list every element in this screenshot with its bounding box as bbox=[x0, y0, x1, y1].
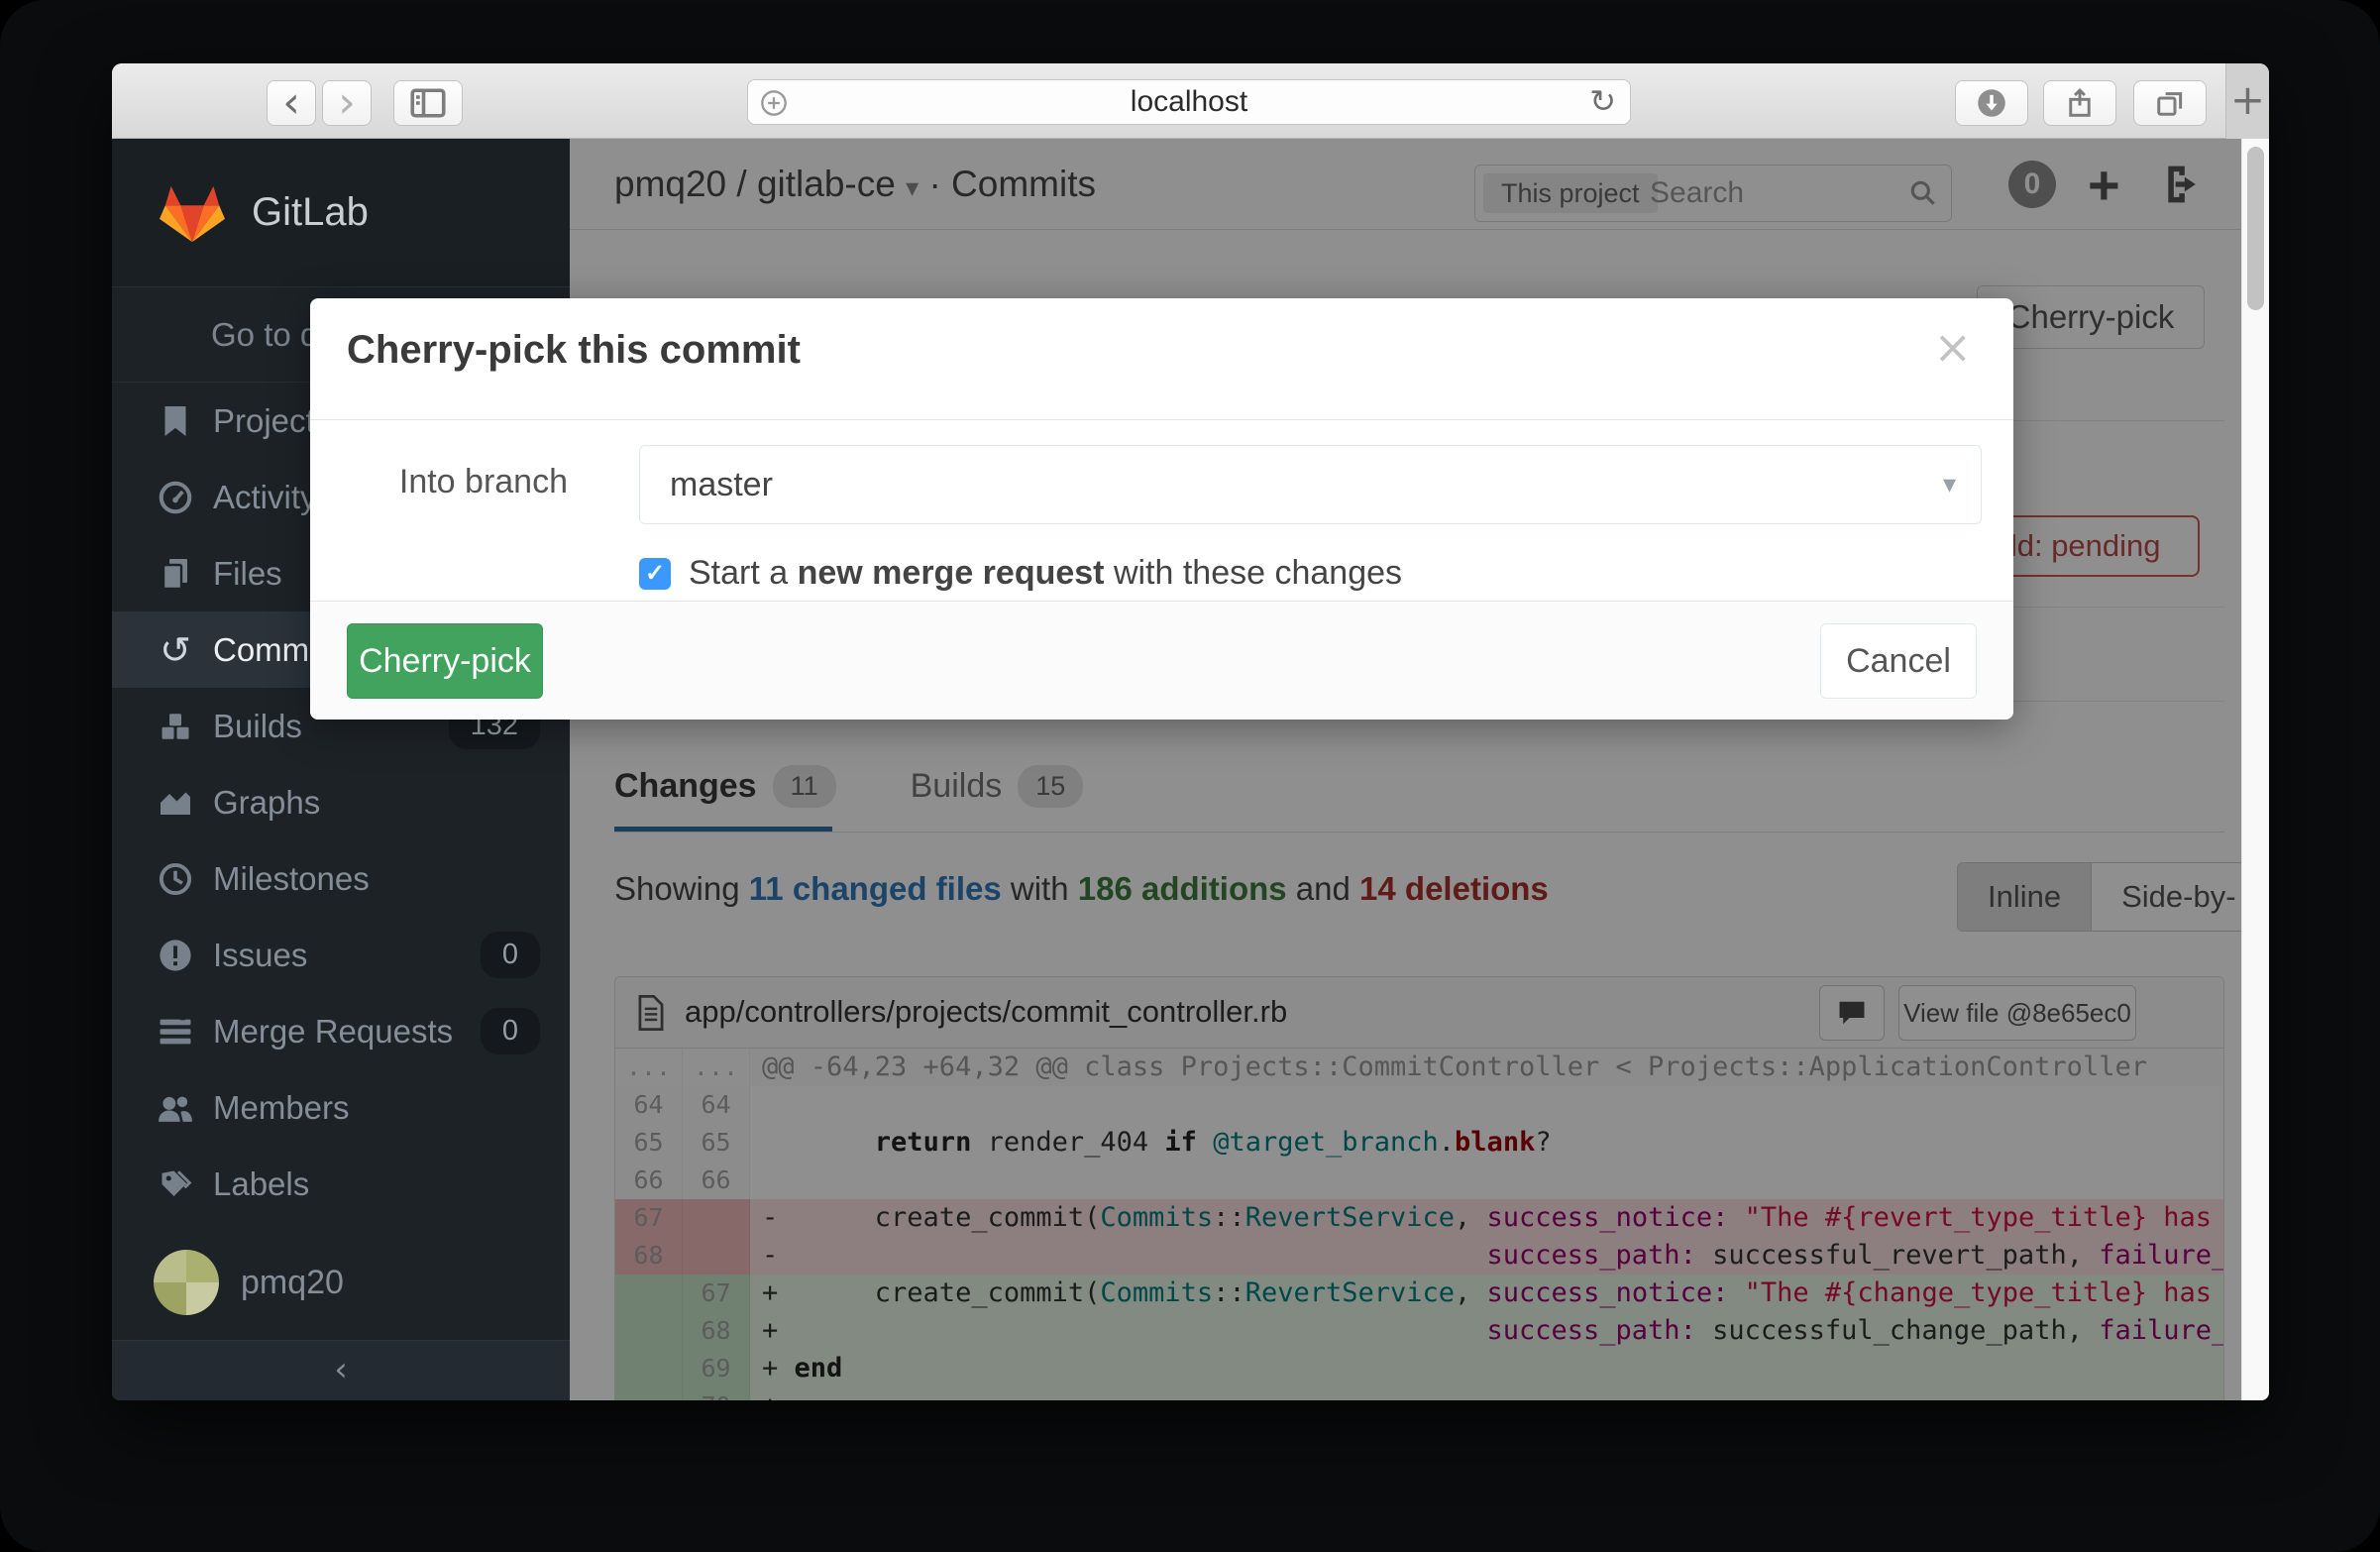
checkbox-label-post: with these changes bbox=[1105, 554, 1403, 592]
sidebar-item-label: Members bbox=[213, 1089, 350, 1127]
files-icon bbox=[154, 555, 197, 593]
checkbox-label-pre: Start a bbox=[689, 554, 798, 592]
sidebar-item-issues[interactable]: Issues 0 bbox=[112, 917, 570, 993]
tab-overview-button[interactable] bbox=[2133, 80, 2207, 126]
sidebar-item-label: Merge Requests bbox=[213, 1013, 453, 1051]
gitlab-logo-text: GitLab bbox=[252, 190, 369, 235]
modal-header-divider bbox=[310, 419, 2013, 420]
sidebar-item-label: Graphs bbox=[213, 784, 320, 822]
desktop-background: ‹ › localhost ↻ bbox=[0, 0, 2380, 1552]
area-chart-icon bbox=[154, 785, 197, 821]
download-icon bbox=[1977, 88, 2006, 118]
exclamation-circle-icon bbox=[154, 938, 197, 973]
sidebar-collapse-button[interactable]: ‹ bbox=[112, 1340, 570, 1400]
sidebar-item-milestones[interactable]: Milestones bbox=[112, 840, 570, 917]
count-badge: 0 bbox=[481, 932, 540, 978]
modal-footer: Cherry-pick Cancel bbox=[310, 601, 2013, 720]
into-branch-select[interactable]: master ▾ bbox=[639, 445, 1982, 524]
history-icon: ↺ bbox=[154, 631, 197, 669]
page-scrollbar[interactable] bbox=[2241, 139, 2269, 1400]
browser-toolbar: ‹ › localhost ↻ bbox=[112, 63, 2269, 139]
gitlab-page: GitLab Go to dashboard ProjectActivityFi… bbox=[112, 139, 2269, 1400]
checkbox-label: Start a new merge request with these cha… bbox=[689, 554, 1402, 593]
cherry-pick-submit-button[interactable]: Cherry-pick bbox=[347, 623, 543, 699]
back-button[interactable]: ‹ bbox=[267, 80, 316, 126]
sidebar-item-labels[interactable]: Labels bbox=[112, 1146, 570, 1222]
sidebar-item-label: Issues bbox=[213, 937, 307, 974]
cancel-button[interactable]: Cancel bbox=[1820, 623, 1977, 699]
start-merge-request-checkbox[interactable] bbox=[639, 558, 671, 590]
dashboard-icon bbox=[154, 479, 197, 516]
into-branch-label: Into branch bbox=[370, 463, 568, 501]
forward-icon: › bbox=[338, 83, 356, 123]
merge-request-icon bbox=[154, 1015, 197, 1049]
avatar bbox=[154, 1250, 219, 1315]
gitlab-logo-icon bbox=[157, 180, 228, 246]
modal-title: Cherry-pick this commit bbox=[347, 328, 801, 373]
sidebar-item-graphs[interactable]: Graphs bbox=[112, 764, 570, 840]
back-icon: ‹ bbox=[282, 83, 300, 123]
sidebar-item-label: Project bbox=[213, 402, 315, 440]
clock-icon bbox=[154, 861, 197, 897]
username: pmq20 bbox=[241, 1264, 344, 1302]
sidebar-item-merge-requests[interactable]: Merge Requests 0 bbox=[112, 993, 570, 1069]
sidebar-item-label: Builds bbox=[213, 708, 302, 745]
sidebar-item-label: Milestones bbox=[213, 860, 370, 898]
gitlab-logo-block[interactable]: GitLab bbox=[112, 139, 570, 287]
sidebar-user[interactable]: pmq20 bbox=[112, 1250, 570, 1315]
sidebar-item-label: Activity bbox=[213, 479, 317, 516]
tabs-icon bbox=[2155, 88, 2185, 118]
new-tab-button[interactable]: + bbox=[2225, 63, 2269, 139]
share-button[interactable] bbox=[2043, 80, 2116, 126]
sidebar-item-label: Labels bbox=[213, 1165, 309, 1203]
url-text: localhost bbox=[748, 80, 1630, 124]
bookmark-icon bbox=[154, 403, 197, 439]
selected-branch: master bbox=[670, 446, 773, 523]
sidebar-icon bbox=[410, 88, 446, 118]
safari-window: ‹ › localhost ↻ bbox=[112, 63, 2269, 1400]
count-badge: 0 bbox=[481, 1008, 540, 1054]
merge-request-option: Start a new merge request with these cha… bbox=[639, 554, 1402, 593]
forward-button[interactable]: › bbox=[322, 80, 372, 126]
share-icon bbox=[2065, 87, 2095, 119]
cherry-pick-modal: Cherry-pick this commit × Into branch ma… bbox=[310, 298, 2013, 720]
cubes-icon bbox=[154, 709, 197, 744]
close-icon[interactable]: × bbox=[1933, 320, 1972, 374]
reload-icon[interactable]: ↻ bbox=[1589, 82, 1616, 120]
address-bar[interactable]: localhost ↻ bbox=[747, 79, 1631, 125]
checkbox-label-bold: new merge request bbox=[798, 554, 1105, 592]
sidebar-item-label: Files bbox=[213, 555, 282, 593]
downloads-button[interactable] bbox=[1955, 80, 2028, 126]
sidebar-toggle-button[interactable] bbox=[393, 80, 463, 126]
select-caret-icon: ▾ bbox=[1943, 446, 1956, 523]
tags-icon bbox=[154, 1166, 197, 1202]
users-icon bbox=[154, 1091, 197, 1125]
sidebar-item-members[interactable]: Members bbox=[112, 1069, 570, 1146]
scrollbar-thumb[interactable] bbox=[2247, 147, 2264, 310]
